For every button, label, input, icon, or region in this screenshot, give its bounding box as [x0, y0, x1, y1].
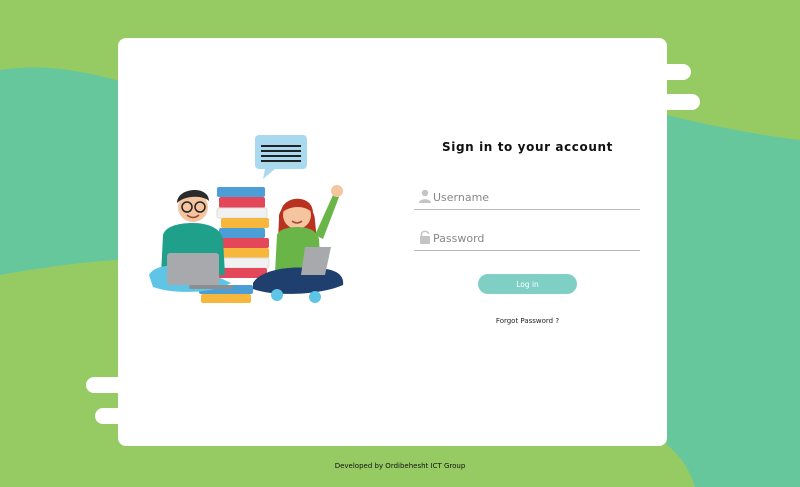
- decor-pill: [658, 94, 700, 110]
- decor-pill: [86, 377, 144, 393]
- password-field: [414, 226, 640, 251]
- decor-pill: [95, 408, 140, 424]
- footer-credit: Developed by Ordibehesht ICT Group: [334, 462, 466, 470]
- decor-pill: [642, 64, 691, 80]
- password-input[interactable]: [433, 228, 633, 248]
- user-icon: [419, 189, 431, 203]
- login-title: Sign in to your account: [442, 140, 613, 154]
- students-illustration: [149, 135, 344, 303]
- username-field: [414, 185, 640, 210]
- login-button[interactable]: Log in: [478, 274, 577, 294]
- lock-icon: [420, 230, 430, 244]
- username-input[interactable]: [433, 187, 633, 207]
- forgot-password-link[interactable]: Forgot Password ?: [478, 317, 577, 325]
